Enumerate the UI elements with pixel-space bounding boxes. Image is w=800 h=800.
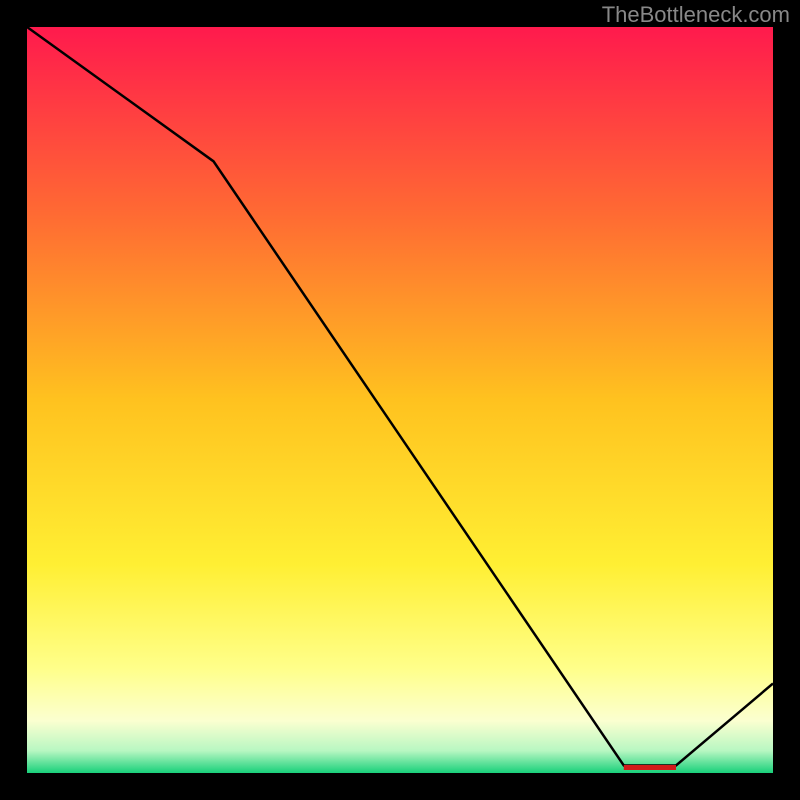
gradient-background: [27, 27, 773, 773]
bottleneck-chart: [27, 27, 773, 773]
chart-frame: TheBottleneck.com: [0, 0, 800, 800]
attribution-text: TheBottleneck.com: [602, 2, 790, 28]
optimal-range-marker: [624, 765, 676, 770]
